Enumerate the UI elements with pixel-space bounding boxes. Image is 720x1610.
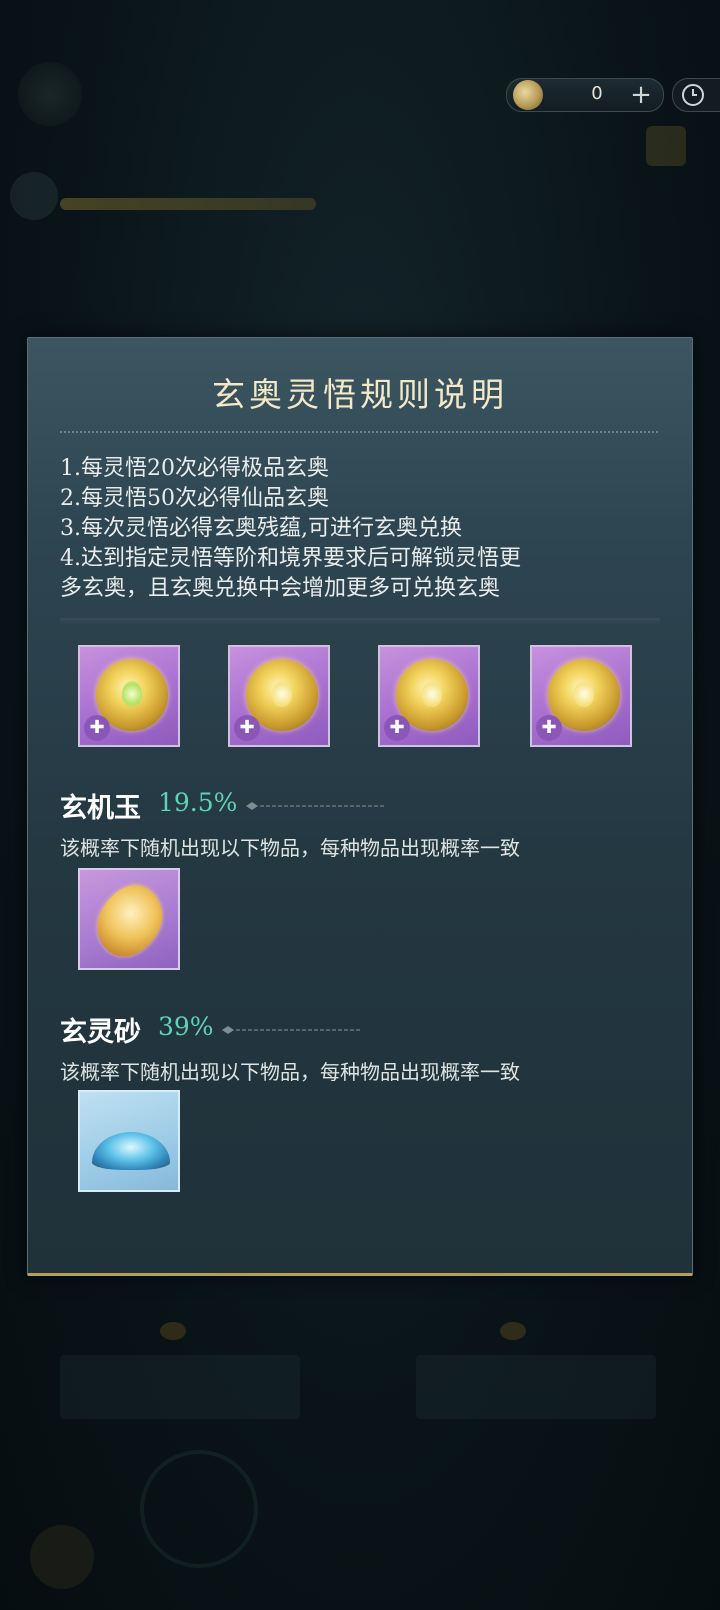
background-button-left (60, 1355, 300, 1419)
background-chest-icon (646, 126, 686, 166)
section-header: 玄灵砂 39% (60, 1010, 660, 1050)
section-divider (246, 802, 384, 810)
rule-line: 3.每次灵悟必得玄奥残蕴,可进行玄奥兑换 (60, 516, 462, 541)
section-description: 该概率下随机出现以下物品，每种物品出现概率一致 (60, 836, 520, 860)
section-percent: 19.5% (158, 788, 238, 817)
puzzle-icon: ✚ (384, 715, 410, 741)
rules-list: 1.每灵悟20次必得极品玄奥 2.每灵悟50次必得仙品玄奥 3.每次灵悟必得玄奥… (60, 454, 670, 604)
item-card[interactable]: ✚ (228, 645, 330, 747)
puzzle-icon: ✚ (234, 715, 260, 741)
rules-modal: 玄奥灵悟规则说明 1.每灵悟20次必得极品玄奥 2.每灵悟50次必得仙品玄奥 3… (27, 337, 693, 1276)
section-name: 玄灵砂 (60, 1017, 141, 1048)
plus-icon[interactable]: + (627, 81, 655, 109)
section-name: 玄机玉 (60, 793, 141, 824)
puzzle-icon: ✚ (84, 715, 110, 741)
background-gear-icon (30, 1525, 94, 1589)
section-percent: 39% (158, 1012, 214, 1041)
jade-stone-icon (86, 874, 174, 968)
item-card[interactable] (78, 868, 180, 970)
background-progress-bar (60, 198, 316, 210)
section-description: 该概率下随机出现以下物品，每种物品出现概率一致 (60, 1060, 520, 1084)
background-circle (140, 1450, 258, 1568)
rule-line: 2.每灵悟50次必得仙品玄奥 (60, 486, 329, 511)
history-button[interactable] (672, 78, 720, 112)
currency-value: 0 (591, 83, 603, 104)
rule-line: 1.每灵悟20次必得极品玄奥 (60, 456, 329, 481)
rule-line: 4.达到指定灵悟等阶和境界要求后可解锁灵悟更 (60, 546, 521, 571)
section-header: 玄机玉 19.5% (60, 786, 660, 826)
spirit-sand-icon (92, 1132, 170, 1170)
background-gem-icon (500, 1322, 526, 1340)
puzzle-icon: ✚ (536, 715, 562, 741)
item-card[interactable] (78, 1090, 180, 1192)
background-emblem (18, 62, 82, 126)
screen: 0 + 玄奥灵悟规则说明 1.每灵悟20次必得极品玄奥 2.每灵悟50次必得仙品… (0, 0, 720, 1610)
modal-title: 玄奥灵悟规则说明 (212, 375, 508, 414)
background-button-right (416, 1355, 656, 1419)
spirit-coin-icon (513, 80, 543, 110)
scroll-fade (60, 618, 660, 624)
currency-pill: 0 + (506, 78, 664, 112)
rule-line: 多玄奥，且玄奥兑换中会增加更多可兑换玄奥 (60, 576, 501, 601)
clock-icon (682, 84, 704, 106)
title-divider (60, 431, 658, 433)
item-card[interactable]: ✚ (78, 645, 180, 747)
section-divider (222, 1026, 360, 1034)
background-avatar (10, 172, 58, 220)
background-gem-icon (160, 1322, 186, 1340)
item-card[interactable]: ✚ (530, 645, 632, 747)
item-row: ✚ ✚ ✚ ✚ (78, 645, 678, 749)
item-card[interactable]: ✚ (378, 645, 480, 747)
